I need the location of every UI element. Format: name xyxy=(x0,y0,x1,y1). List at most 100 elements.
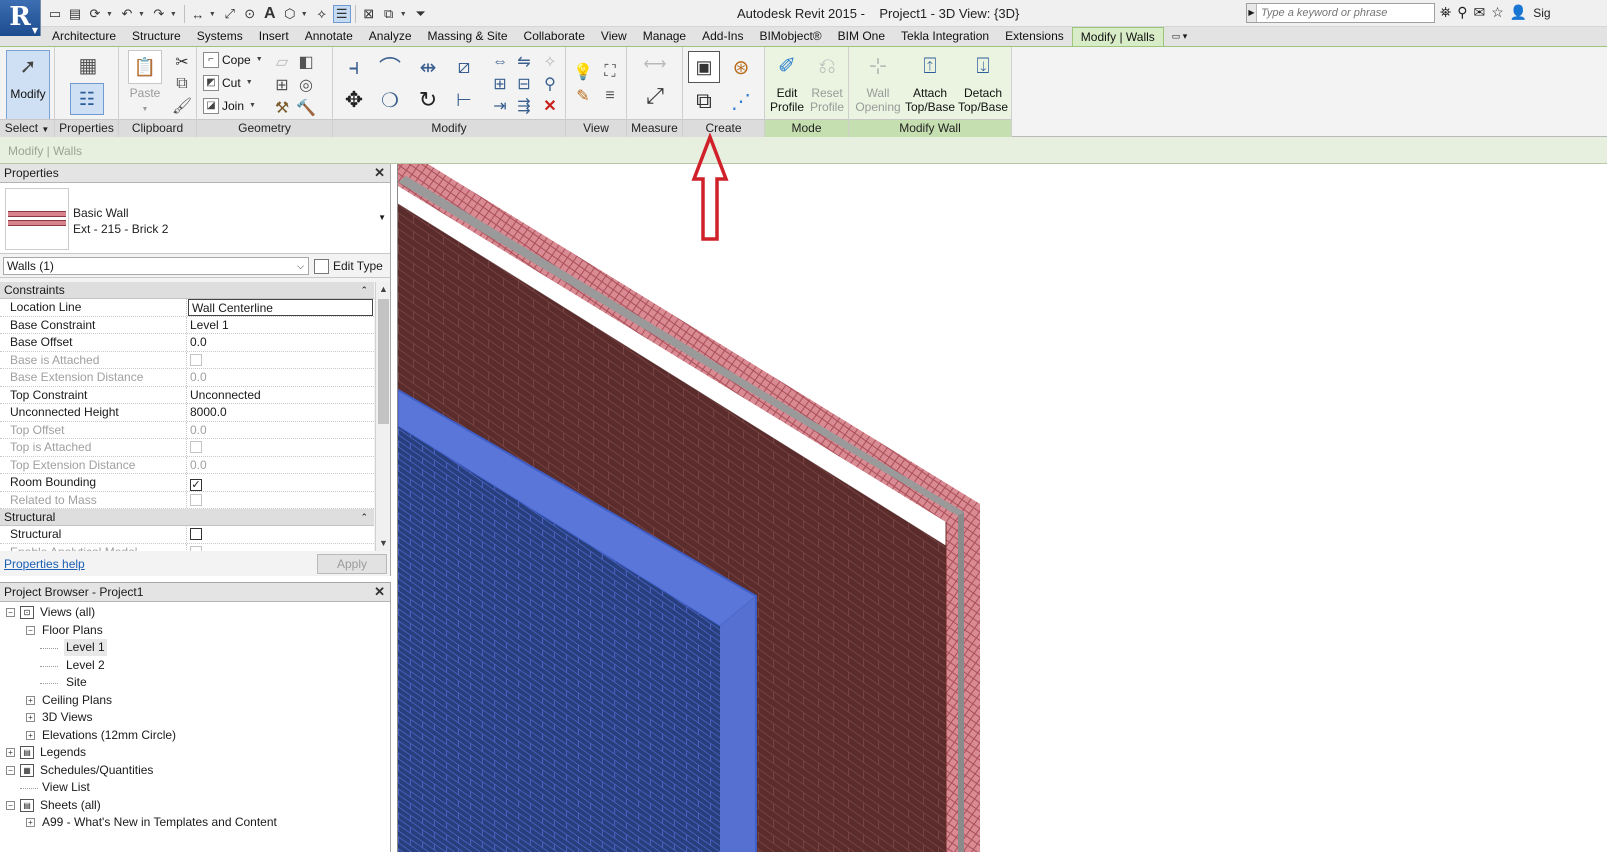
reset-profile-button[interactable]: ⎌ Reset Profile xyxy=(807,50,847,118)
subscription-icon[interactable]: ⚲ xyxy=(1457,4,1467,21)
scroll-up-icon[interactable]: ▲ xyxy=(376,282,391,297)
tab-extensions[interactable]: Extensions xyxy=(997,27,1072,46)
property-value[interactable]: ✓ xyxy=(187,474,374,491)
override-graphics-icon[interactable]: ⛶ xyxy=(599,61,621,83)
switch-windows-dropdown[interactable]: ▼ xyxy=(400,11,407,18)
sync-dropdown[interactable]: ▼ xyxy=(106,11,113,18)
property-checkbox[interactable]: ✓ xyxy=(190,479,202,491)
tab-modify-walls[interactable]: Modify | Walls xyxy=(1071,27,1164,46)
modify-button[interactable]: ➚ Modify xyxy=(6,50,50,120)
sync-icon[interactable]: ⟳ xyxy=(86,5,104,23)
search-box[interactable]: ▶ xyxy=(1246,3,1435,23)
expand-icon[interactable]: + xyxy=(26,713,35,722)
panel-select-title[interactable]: Select ▼ xyxy=(0,119,54,137)
property-value[interactable]: Level 1 xyxy=(187,317,374,334)
detach-top-base-button[interactable]: ⍗ Detach Top/Base xyxy=(957,50,1009,118)
property-scrollbar[interactable]: ▲ ▼ xyxy=(375,282,390,551)
array-icon[interactable]: ⊞ xyxy=(489,73,511,95)
create-assembly-icon[interactable]: ⋰ xyxy=(725,85,757,117)
paint-icon[interactable]: ◧ xyxy=(295,51,317,73)
selected-wall-end[interactable] xyxy=(720,596,756,852)
edit-profile-button[interactable]: ✐ Edit Profile xyxy=(767,50,807,118)
save-icon[interactable]: ▤ xyxy=(66,5,84,23)
split-face-icon[interactable]: ▱ xyxy=(271,51,293,73)
undo-dropdown[interactable]: ▼ xyxy=(138,11,145,18)
tab-analyze[interactable]: Analyze xyxy=(361,27,420,46)
cut-button[interactable]: ◩ Cut ▼ xyxy=(203,74,253,92)
hide-in-view-icon[interactable]: 💡 xyxy=(572,61,594,83)
tree-node[interactable]: − ⊡ Views (all) xyxy=(0,604,391,622)
collapse-icon[interactable]: − xyxy=(26,625,35,635)
aligned-dimension-icon[interactable]: ⤢ xyxy=(637,83,673,108)
tab-insert[interactable]: Insert xyxy=(251,27,297,46)
tab-bimobject[interactable]: BIMobject® xyxy=(751,27,829,46)
scroll-down-icon[interactable]: ▼ xyxy=(376,536,391,551)
tree-node[interactable]: +3D Views xyxy=(0,709,391,727)
property-value[interactable]: 8000.0 xyxy=(187,404,374,421)
redo-icon[interactable]: ↷ xyxy=(150,5,168,23)
collapse-icon[interactable]: ⌃ xyxy=(360,282,368,298)
sign-in-label[interactable]: Sig xyxy=(1533,6,1550,20)
tree-node[interactable]: View List xyxy=(0,779,391,797)
split-element-icon[interactable]: ⇔ xyxy=(489,51,511,73)
3d-viewport[interactable] xyxy=(397,164,1607,852)
copy-clipboard-icon[interactable]: ⧉ xyxy=(171,73,193,95)
close-views-icon[interactable]: ⊠ xyxy=(360,5,378,23)
instance-filter-select[interactable]: Walls (1) ⌵ xyxy=(3,257,309,275)
tree-node[interactable]: + Ceiling Plans xyxy=(0,692,391,710)
expand-icon[interactable]: + xyxy=(6,748,15,757)
redo-dropdown[interactable]: ▼ xyxy=(170,11,177,18)
tab-view[interactable]: View xyxy=(593,27,635,46)
customize-icon[interactable]: ⏷ xyxy=(412,5,430,23)
wall-joins-icon[interactable]: ⊞ xyxy=(271,74,293,96)
linework-icon[interactable]: ✎ xyxy=(572,85,594,107)
edit-type-button[interactable]: Edit Type xyxy=(314,257,383,275)
tree-node[interactable]: − ▤ Sheets (all) xyxy=(0,797,391,815)
expand-icon[interactable]: + xyxy=(26,730,35,740)
cut-clipboard-icon[interactable]: ✂ xyxy=(171,51,193,73)
scale-icon[interactable]: ⊟ xyxy=(513,73,535,95)
join-button[interactable]: ◪ Join ▼ xyxy=(203,97,256,115)
collapse-icon[interactable]: − xyxy=(6,800,15,810)
tree-node[interactable]: Level 2 xyxy=(0,657,391,675)
tab-bim-one[interactable]: BIM One xyxy=(830,27,893,46)
close-icon[interactable]: ✕ xyxy=(374,583,385,601)
measure-between-icon[interactable]: ⟷ xyxy=(637,53,673,75)
paste-button[interactable]: 📋 Paste ▼ xyxy=(125,50,165,118)
section-icon[interactable]: ⟡ xyxy=(313,5,331,23)
undo-icon[interactable]: ↶ xyxy=(118,5,136,23)
search-input[interactable] xyxy=(1257,7,1427,19)
property-value[interactable] xyxy=(187,526,374,543)
property-checkbox[interactable] xyxy=(190,528,202,540)
tag-icon[interactable]: ⊙ xyxy=(241,5,259,23)
3d-model-canvas[interactable] xyxy=(398,164,1607,852)
tab-massing-site[interactable]: Massing & Site xyxy=(420,27,516,46)
properties-palette-icon[interactable]: ☷ xyxy=(70,83,104,115)
tree-node[interactable]: Level 1 xyxy=(0,639,391,657)
tree-node[interactable]: + A99 - What's New in Templates and Conte… xyxy=(0,814,391,832)
property-value[interactable]: Unconnected xyxy=(187,387,374,404)
create-group-icon[interactable]: ⊛ xyxy=(725,51,757,83)
switch-windows-icon[interactable]: ⧉ xyxy=(380,5,398,23)
favorites-icon[interactable]: ☆ xyxy=(1491,4,1504,21)
properties-help-link[interactable]: Properties help xyxy=(4,557,85,571)
create-part-icon[interactable]: ▣ xyxy=(688,51,720,83)
scroll-thumb[interactable] xyxy=(378,299,389,424)
tab-annotate[interactable]: Annotate xyxy=(297,27,361,46)
create-similar-icon[interactable]: ⧉ xyxy=(688,85,720,117)
demolish-icon[interactable]: ⚒ xyxy=(271,97,293,119)
tree-node[interactable]: − ▦ Schedules/Quantities xyxy=(0,762,391,780)
collapse-icon[interactable]: − xyxy=(6,765,15,775)
dimension-icon[interactable]: ⤢ xyxy=(221,5,239,23)
chevron-down-icon[interactable]: ▼ xyxy=(378,213,386,222)
pin-icon[interactable]: ⚲ xyxy=(539,73,561,95)
3d-view-dropdown[interactable]: ▼ xyxy=(301,11,308,18)
tree-node[interactable]: + Elevations (12mm Circle) xyxy=(0,727,391,745)
rotate-icon[interactable]: ↻ xyxy=(413,85,443,115)
close-icon[interactable]: ✕ xyxy=(374,164,385,182)
tree-node[interactable]: Site xyxy=(0,674,391,692)
tab-manage[interactable]: Manage xyxy=(635,27,694,46)
property-group-header[interactable]: Structural ⌃ xyxy=(0,509,374,526)
type-selector[interactable]: Basic Wall Ext - 215 - Brick 2 ▼ xyxy=(0,183,390,254)
type-properties-icon[interactable]: ▦ xyxy=(75,51,101,79)
